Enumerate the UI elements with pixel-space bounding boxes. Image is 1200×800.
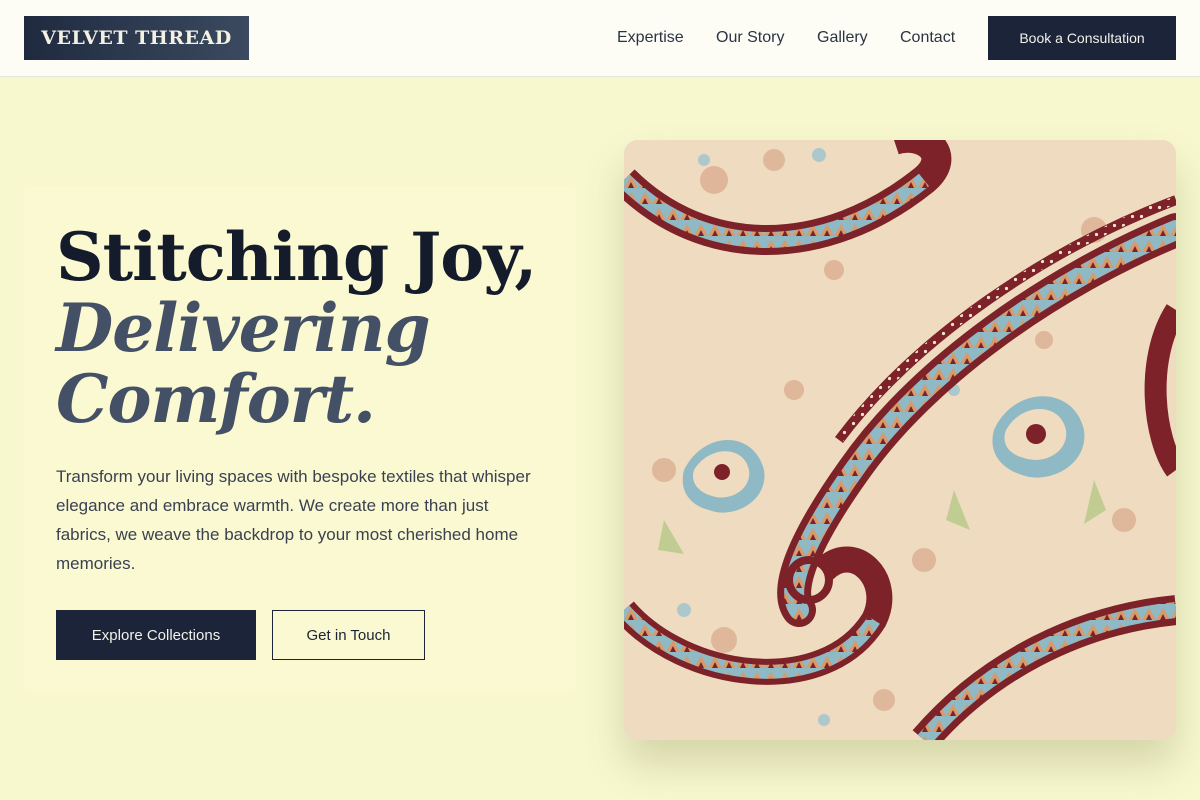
site-header: VELVET THREAD Expertise Our Story Galler… [0,0,1200,77]
headline-line-2: Delivering [56,289,431,367]
headline-line-1: Stitching Joy, [56,218,537,296]
explore-collections-button[interactable]: Explore Collections [56,610,256,660]
nav-link-expertise[interactable]: Expertise [617,29,684,47]
nav-link-gallery[interactable]: Gallery [817,29,868,47]
nav-link-contact[interactable]: Contact [900,29,955,47]
hero-headline: Stitching Joy, Delivering Comfort. [56,222,576,435]
brand-logo[interactable]: VELVET THREAD [24,16,249,60]
paisley-fabric-image [624,140,1176,740]
get-in-touch-button[interactable]: Get in Touch [272,610,425,660]
book-consultation-button[interactable]: Book a Consultation [988,16,1176,60]
headline-line-3: Comfort. [56,360,376,438]
nav-link-our-story[interactable]: Our Story [716,29,784,47]
hero-description: Transform your living spaces with bespok… [56,467,531,573]
